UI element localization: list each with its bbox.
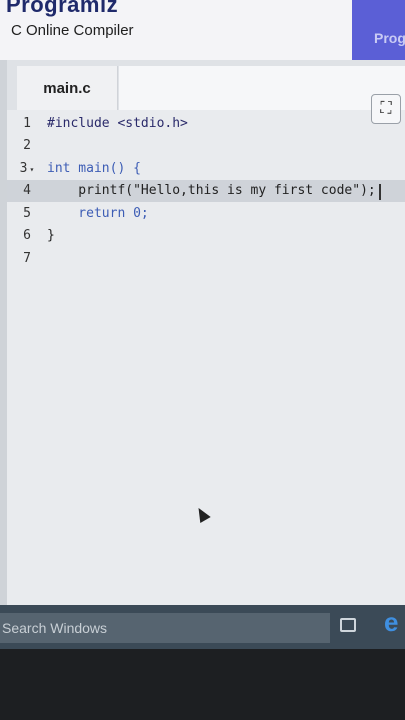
code-line-4[interactable]: 4 printf("Hello,this is my first code");	[7, 179, 405, 202]
fold-arrow-icon[interactable]: ▾	[30, 165, 35, 174]
windows-taskbar: Search Windows e	[0, 605, 405, 649]
page-subtitle: C Online Compiler	[11, 22, 134, 39]
line-number: 6	[23, 228, 31, 244]
task-view-icon[interactable]	[340, 618, 356, 632]
app-header: Programiz C Online Compiler Prog	[0, 0, 405, 80]
text-cursor	[379, 183, 381, 200]
ad-brand-text: Prog	[374, 30, 405, 46]
line-number: 1	[23, 115, 31, 131]
code-line-6[interactable]: 6 }	[7, 225, 405, 248]
line-code: return 0;	[47, 205, 149, 221]
code-line-1[interactable]: 1 #include <stdio.h>	[7, 112, 405, 135]
code-lines[interactable]: 1 #include <stdio.h> 2 3 ▾ int main() { 4…	[7, 112, 405, 270]
windows-search-box[interactable]: Search Windows	[0, 613, 330, 643]
editor-tab-bar: main.c	[7, 60, 405, 110]
tab-bar-empty-area	[119, 66, 405, 110]
monitor-bezel	[0, 649, 405, 720]
line-number: 5	[23, 205, 31, 221]
line-code: }	[47, 228, 55, 244]
code-line-5[interactable]: 5 return 0;	[7, 202, 405, 225]
tab-main-c[interactable]: main.c	[17, 66, 118, 110]
code-line-3[interactable]: 3 ▾ int main() {	[7, 157, 405, 180]
line-number-with-fold: 3 ▾	[19, 160, 35, 176]
code-editor[interactable]: main.c ⛶ 1 #include <stdio.h> 2 3 ▾ int m…	[0, 60, 405, 605]
code-line-2[interactable]: 2	[7, 135, 405, 158]
brand-logo[interactable]: Programiz	[6, 0, 118, 18]
edge-browser-icon[interactable]: e	[384, 607, 398, 638]
line-code: int main() {	[47, 160, 141, 176]
line-number: 2	[23, 138, 31, 154]
line-number: 4	[23, 183, 31, 199]
line-code: printf("Hello,this is my first code");	[47, 183, 376, 199]
line-number: 7	[23, 250, 31, 266]
line-code: #include <stdio.h>	[47, 115, 188, 131]
code-line-7[interactable]: 7	[7, 247, 405, 270]
